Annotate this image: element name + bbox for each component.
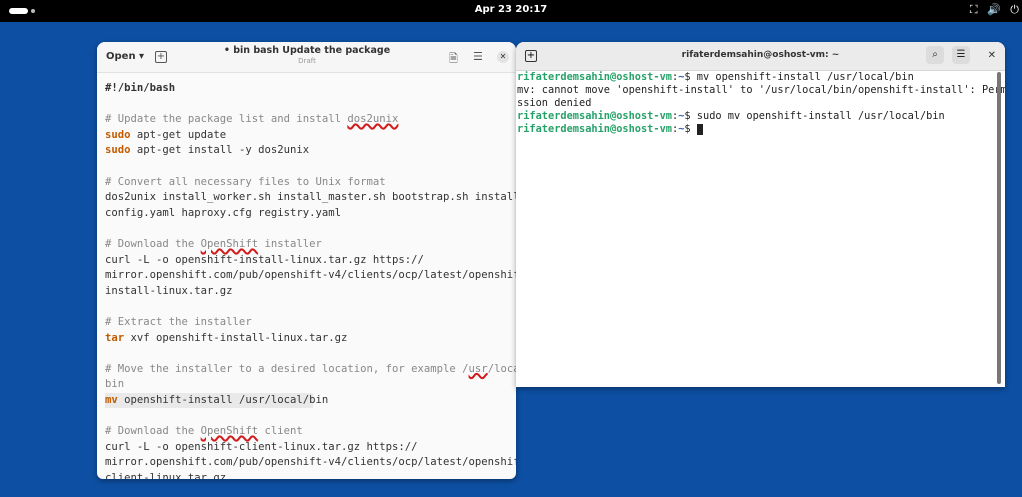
text-segment: mv: cannot move 'openshift-install' to '… — [517, 84, 1005, 96]
code-line: sudo apt-get install -y dos2unix — [105, 143, 516, 159]
text-segment: OpenShift — [200, 425, 259, 438]
document-title: • bin bash Update the package — [223, 45, 391, 56]
code-line: # Update the package list and install do… — [105, 112, 516, 128]
text-segment: # Extract the installer — [105, 315, 252, 328]
code-line: # Move the installer to a desired locati… — [105, 362, 516, 378]
document-save-icon[interactable]: 🗎 — [449, 50, 458, 69]
text-segment: # Move the installer to a desired locati… — [105, 362, 469, 375]
terminal-line: rifaterdemsahin@oshost-vm:~$ sudo mv ope… — [517, 110, 1005, 123]
terminal-headerbar: + rifaterdemsahin@oshost-vm: ~ ⌕ ☰ ✕ — [516, 42, 1005, 71]
text-segment: dos2unix install_worker.sh install_maste… — [105, 191, 516, 204]
text-segment: # Update the package list and install — [105, 113, 348, 126]
text-segment: $ mv openshift-install /usr/local/bin — [684, 71, 914, 83]
text-segment: OpenShift — [200, 237, 259, 250]
text-segment: usr — [468, 362, 488, 375]
terminal-line: rifaterdemsahin@oshost-vm:~$ — [517, 123, 1005, 136]
open-label: Open — [106, 51, 136, 62]
close-icon[interactable]: ✕ — [988, 50, 996, 61]
text-segment: # Download the — [105, 425, 201, 438]
terminal-line: mv: cannot move 'openshift-install' to '… — [517, 84, 1005, 97]
code-line: mirror.openshift.com/pub/openshift-v4/cl… — [105, 268, 516, 284]
open-button[interactable]: Open ▾ — [106, 51, 144, 62]
code-line: curl -L -o openshift-install-linux.tar.g… — [105, 253, 516, 269]
text-segment: rifaterdemsahin@oshost-vm — [517, 71, 672, 83]
text-segment: bin — [105, 378, 125, 391]
editor-text-area[interactable]: #!/bin/bash # Update the package list and… — [97, 73, 516, 479]
editor-headerbar: Open ▾ + • bin bash Update the package D… — [97, 42, 516, 73]
terminal-line: rifaterdemsahin@oshost-vm:~$ mv openshif… — [517, 71, 1005, 84]
code-line: mirror.openshift.com/pub/openshift-v4/cl… — [105, 455, 516, 471]
text-segment: #!/bin/bash — [105, 82, 176, 94]
text-segment: mirror.openshift.com/pub/openshift-v4/cl… — [105, 269, 516, 282]
chevron-down-icon: ▾ — [139, 51, 145, 62]
text-segment: mirror.openshift.com/pub/openshift-v4/cl… — [105, 456, 516, 469]
text-segment: # Convert all necessary files to Unix fo… — [105, 175, 386, 188]
editor-title: • bin bash Update the package Draft — [217, 45, 397, 65]
code-line: # Extract the installer — [105, 315, 516, 331]
text-segment: client — [258, 425, 303, 438]
text-segment: curl -L -o openshift-client-linux.tar.gz… — [105, 440, 418, 453]
code-line: # Convert all necessary files to Unix fo… — [105, 175, 516, 191]
terminal-output[interactable]: rifaterdemsahin@oshost-vm:~$ mv openshif… — [517, 71, 1005, 136]
text-segment: install-linux.tar.gz — [105, 284, 233, 297]
text-segment: apt-get update — [130, 128, 227, 141]
text-segment: # Download the — [105, 237, 201, 250]
text-segment: tar — [105, 331, 125, 344]
code-line: bin — [105, 377, 516, 393]
text-segment: ssion denied — [517, 97, 592, 109]
text-segment: installer — [258, 237, 322, 250]
code-line: config.yaml haproxy.cfg registry.yaml — [105, 206, 516, 222]
search-icon[interactable]: ⌕ — [926, 46, 944, 64]
text-segment: apt-get install -y dos2unix — [130, 144, 310, 157]
text-cursor — [696, 123, 703, 135]
text-segment: client-linux.tar.gz — [105, 471, 227, 479]
text-segment: $ sudo mv openshift-install /usr/local/b… — [684, 110, 945, 122]
code-line: # Download the OpenShift client — [105, 424, 516, 440]
text-segment: sudo — [105, 128, 131, 141]
text-segment: dos2unix — [347, 113, 399, 126]
text-segment: openshift-install /usr/local/bin — [117, 393, 329, 406]
terminal-line: ssion denied — [517, 97, 1005, 110]
text-segment: sudo — [105, 144, 131, 157]
text-segment: config.yaml haproxy.cfg registry.yaml — [105, 206, 341, 219]
code-line: install-linux.tar.gz — [105, 284, 516, 300]
new-tab-icon[interactable]: + — [155, 51, 167, 63]
text-editor-window: Open ▾ + • bin bash Update the package D… — [97, 42, 516, 479]
text-segment: rifaterdemsahin@oshost-vm — [517, 123, 672, 135]
code-line: curl -L -o openshift-client-linux.tar.gz… — [105, 440, 516, 456]
document-subtitle: Draft — [298, 57, 316, 65]
menu-icon[interactable]: ☰ — [473, 50, 483, 63]
code-line: #!/bin/bash — [105, 81, 516, 97]
scrollbar[interactable] — [997, 72, 1001, 384]
text-segment: $ — [684, 123, 697, 135]
clock[interactable]: Apr 23 20:17 — [0, 4, 1022, 15]
terminal-window: + rifaterdemsahin@oshost-vm: ~ ⌕ ☰ ✕ rif… — [516, 42, 1005, 387]
text-segment: curl -L -o openshift-install-linux.tar.g… — [105, 253, 424, 266]
code-line: dos2unix install_worker.sh install_maste… — [105, 190, 516, 206]
code-line: mv openshift-install /usr/local/bin — [105, 392, 328, 409]
top-bar: Apr 23 20:17 ⛶ 🔊 ⏻ — [0, 0, 1022, 22]
code-line: tar xvf openshift-install-linux.tar.gz — [105, 331, 516, 347]
text-segment: rifaterdemsahin@oshost-vm — [517, 110, 672, 122]
close-icon[interactable]: ✕ — [497, 51, 509, 63]
code-line: # Download the OpenShift installer — [105, 237, 516, 253]
text-segment: /local/ — [487, 362, 516, 375]
text-segment: xvf openshift-install-linux.tar.gz — [124, 331, 348, 344]
menu-icon[interactable]: ☰ — [952, 46, 970, 64]
text-segment: mv — [105, 393, 118, 406]
code-line: sudo apt-get update — [105, 128, 516, 144]
code-line: client-linux.tar.gz — [105, 471, 516, 479]
system-tray[interactable]: ⛶ 🔊 ⏻ — [970, 3, 1022, 17]
